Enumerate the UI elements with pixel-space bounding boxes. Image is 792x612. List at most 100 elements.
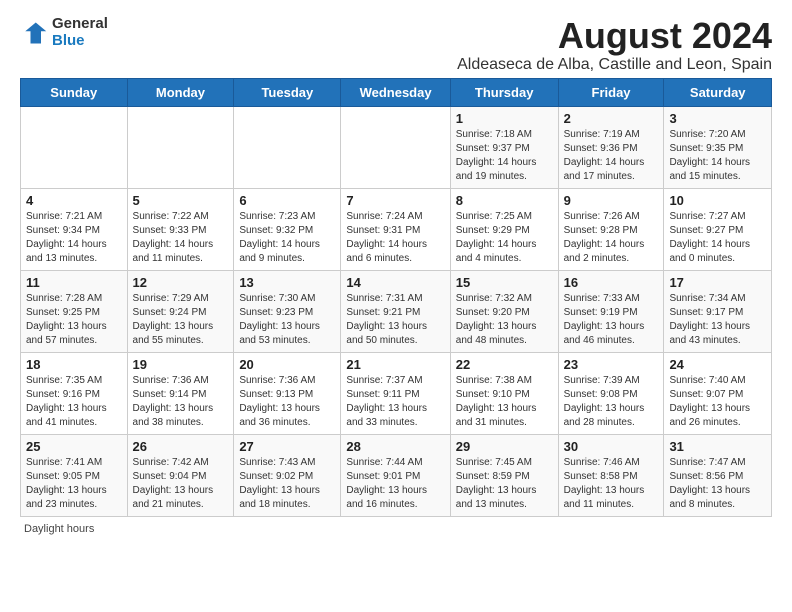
calendar-cell: 14Sunrise: 7:31 AMSunset: 9:21 PMDayligh… (341, 270, 450, 352)
title-block: August 2024 Aldeaseca de Alba, Castille … (457, 16, 772, 74)
day-detail: Sunrise: 7:36 AMSunset: 9:14 PMDaylight:… (133, 374, 229, 430)
day-number: 31 (669, 439, 766, 454)
day-number: 26 (133, 439, 229, 454)
day-number: 3 (669, 111, 766, 126)
day-number: 1 (456, 111, 553, 126)
day-number: 27 (239, 439, 335, 454)
column-header-saturday: Saturday (664, 78, 772, 106)
column-header-friday: Friday (558, 78, 664, 106)
logo-icon (20, 19, 48, 47)
day-detail: Sunrise: 7:33 AMSunset: 9:19 PMDaylight:… (564, 292, 659, 348)
day-detail: Sunrise: 7:39 AMSunset: 9:08 PMDaylight:… (564, 374, 659, 430)
calendar-cell: 28Sunrise: 7:44 AMSunset: 9:01 PMDayligh… (341, 434, 450, 516)
day-number: 18 (26, 357, 122, 372)
calendar-body: 1 Sunrise: 7:18 AMSunset: 9:37 PMDaylight… (21, 106, 772, 516)
calendar-cell: 18Sunrise: 7:35 AMSunset: 9:16 PMDayligh… (21, 352, 128, 434)
day-detail: Sunrise: 7:26 AMSunset: 9:28 PMDaylight:… (564, 210, 659, 266)
day-number: 13 (239, 275, 335, 290)
page-title: August 2024 (457, 16, 772, 56)
day-number: 30 (564, 439, 659, 454)
calendar-header: SundayMondayTuesdayWednesdayThursdayFrid… (21, 78, 772, 106)
logo-line2: Blue (52, 33, 108, 50)
day-detail: Sunrise: 7:41 AMSunset: 9:05 PMDaylight:… (26, 456, 122, 512)
column-header-thursday: Thursday (450, 78, 558, 106)
calendar-cell: 15 Sunrise: 7:32 AMSunset: 9:20 PMDayligh… (450, 270, 558, 352)
calendar-cell: 12Sunrise: 7:29 AMSunset: 9:24 PMDayligh… (127, 270, 234, 352)
day-number: 21 (346, 357, 444, 372)
day-number: 11 (26, 275, 122, 290)
day-detail: Sunrise: 7:31 AMSunset: 9:21 PMDaylight:… (346, 292, 444, 348)
column-header-wednesday: Wednesday (341, 78, 450, 106)
day-detail: Sunrise: 7:47 AMSunset: 8:56 PMDaylight:… (669, 456, 766, 512)
header: General Blue August 2024 Aldeaseca de Al… (20, 16, 772, 74)
day-detail: Sunrise: 7:45 AMSunset: 8:59 PMDaylight:… (456, 456, 553, 512)
calendar-cell (234, 106, 341, 188)
calendar-cell (127, 106, 234, 188)
column-header-sunday: Sunday (21, 78, 128, 106)
calendar-cell: 29 Sunrise: 7:45 AMSunset: 8:59 PMDayligh… (450, 434, 558, 516)
calendar-cell (21, 106, 128, 188)
day-detail: Sunrise: 7:40 AMSunset: 9:07 PMDaylight:… (669, 374, 766, 430)
calendar-cell: 3 Sunrise: 7:20 AMSunset: 9:35 PMDaylight… (664, 106, 772, 188)
day-detail: Sunrise: 7:25 AMSunset: 9:29 PMDaylight:… (456, 210, 553, 266)
day-detail: Sunrise: 7:38 AMSunset: 9:10 PMDaylight:… (456, 374, 553, 430)
calendar-cell: 31 Sunrise: 7:47 AMSunset: 8:56 PMDayligh… (664, 434, 772, 516)
day-detail: Sunrise: 7:18 AMSunset: 9:37 PMDaylight:… (456, 128, 553, 184)
calendar-cell: 22Sunrise: 7:38 AMSunset: 9:10 PMDayligh… (450, 352, 558, 434)
calendar-cell: 20Sunrise: 7:36 AMSunset: 9:13 PMDayligh… (234, 352, 341, 434)
calendar-week-5: 25 Sunrise: 7:41 AMSunset: 9:05 PMDayligh… (21, 434, 772, 516)
day-detail: Sunrise: 7:30 AMSunset: 9:23 PMDaylight:… (239, 292, 335, 348)
calendar-cell: 23 Sunrise: 7:39 AMSunset: 9:08 PMDayligh… (558, 352, 664, 434)
day-detail: Sunrise: 7:42 AMSunset: 9:04 PMDaylight:… (133, 456, 229, 512)
calendar-week-4: 18Sunrise: 7:35 AMSunset: 9:16 PMDayligh… (21, 352, 772, 434)
day-number: 2 (564, 111, 659, 126)
day-number: 20 (239, 357, 335, 372)
day-detail: Sunrise: 7:24 AMSunset: 9:31 PMDaylight:… (346, 210, 444, 266)
calendar-cell: 5 Sunrise: 7:22 AMSunset: 9:33 PMDaylight… (127, 188, 234, 270)
day-detail: Sunrise: 7:22 AMSunset: 9:33 PMDaylight:… (133, 210, 229, 266)
calendar-week-3: 11Sunrise: 7:28 AMSunset: 9:25 PMDayligh… (21, 270, 772, 352)
calendar-cell: 9 Sunrise: 7:26 AMSunset: 9:28 PMDaylight… (558, 188, 664, 270)
day-number: 5 (133, 193, 229, 208)
day-detail: Sunrise: 7:23 AMSunset: 9:32 PMDaylight:… (239, 210, 335, 266)
day-number: 9 (564, 193, 659, 208)
calendar-cell: 19 Sunrise: 7:36 AMSunset: 9:14 PMDayligh… (127, 352, 234, 434)
day-number: 24 (669, 357, 766, 372)
calendar-cell: 1 Sunrise: 7:18 AMSunset: 9:37 PMDaylight… (450, 106, 558, 188)
calendar-cell: 21 Sunrise: 7:37 AMSunset: 9:11 PMDayligh… (341, 352, 450, 434)
day-number: 28 (346, 439, 444, 454)
calendar-cell: 6 Sunrise: 7:23 AMSunset: 9:32 PMDaylight… (234, 188, 341, 270)
day-number: 25 (26, 439, 122, 454)
calendar-cell: 2 Sunrise: 7:19 AMSunset: 9:36 PMDaylight… (558, 106, 664, 188)
page: General Blue August 2024 Aldeaseca de Al… (0, 0, 792, 545)
day-detail: Sunrise: 7:27 AMSunset: 9:27 PMDaylight:… (669, 210, 766, 266)
day-number: 16 (564, 275, 659, 290)
calendar-cell: 30Sunrise: 7:46 AMSunset: 8:58 PMDayligh… (558, 434, 664, 516)
calendar-cell: 17Sunrise: 7:34 AMSunset: 9:17 PMDayligh… (664, 270, 772, 352)
calendar-cell: 16 Sunrise: 7:33 AMSunset: 9:19 PMDayligh… (558, 270, 664, 352)
calendar-cell: 10 Sunrise: 7:27 AMSunset: 9:27 PMDayligh… (664, 188, 772, 270)
calendar-cell: 27 Sunrise: 7:43 AMSunset: 9:02 PMDayligh… (234, 434, 341, 516)
day-number: 6 (239, 193, 335, 208)
day-number: 29 (456, 439, 553, 454)
day-number: 15 (456, 275, 553, 290)
page-subtitle: Aldeaseca de Alba, Castille and Leon, Sp… (457, 56, 772, 74)
day-detail: Sunrise: 7:20 AMSunset: 9:35 PMDaylight:… (669, 128, 766, 184)
day-detail: Sunrise: 7:43 AMSunset: 9:02 PMDaylight:… (239, 456, 335, 512)
calendar-cell: 7Sunrise: 7:24 AMSunset: 9:31 PMDaylight… (341, 188, 450, 270)
calendar-week-1: 1 Sunrise: 7:18 AMSunset: 9:37 PMDaylight… (21, 106, 772, 188)
logo-text: General Blue (52, 16, 108, 49)
day-number: 23 (564, 357, 659, 372)
column-header-monday: Monday (127, 78, 234, 106)
day-detail: Sunrise: 7:32 AMSunset: 9:20 PMDaylight:… (456, 292, 553, 348)
calendar-cell (341, 106, 450, 188)
column-header-tuesday: Tuesday (234, 78, 341, 106)
day-number: 19 (133, 357, 229, 372)
calendar-cell: 4Sunrise: 7:21 AMSunset: 9:34 PMDaylight… (21, 188, 128, 270)
day-detail: Sunrise: 7:37 AMSunset: 9:11 PMDaylight:… (346, 374, 444, 430)
header-row: SundayMondayTuesdayWednesdayThursdayFrid… (21, 78, 772, 106)
day-number: 4 (26, 193, 122, 208)
day-detail: Sunrise: 7:19 AMSunset: 9:36 PMDaylight:… (564, 128, 659, 184)
day-number: 10 (669, 193, 766, 208)
footer-note: Daylight hours (20, 523, 772, 535)
